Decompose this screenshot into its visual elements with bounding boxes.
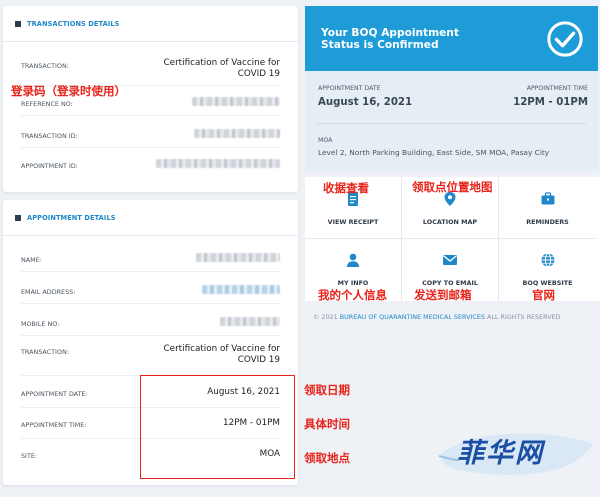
summary-date-label: APPOINTMENT DATE <box>318 85 381 92</box>
highlight-box <box>140 375 295 479</box>
action-label: COPY TO EMAIL <box>422 279 478 287</box>
summary-time-value: 12PM - 01PM <box>513 97 588 108</box>
watermark-logo: 菲华网 <box>437 420 597 480</box>
action-label: MY INFO <box>337 279 369 287</box>
annotation-date: 领取日期 <box>304 383 350 397</box>
row-label: REFERENCE NO: <box>21 100 73 108</box>
row-value: Certification of Vaccine for COVID 19 <box>163 58 280 79</box>
row-label: NAME: <box>21 256 42 264</box>
status-banner: Your BOQ Appointment Status is Confirmed <box>305 6 598 71</box>
action-label: VIEW RECEIPT <box>327 218 379 226</box>
row-label: SITE: <box>21 452 38 460</box>
annotation-email: 发送到邮箱 <box>414 288 472 302</box>
row-label: APPOINTMENT DATE: <box>21 390 88 398</box>
transaction-row: TRANSACTION: Certification of Vaccine fo… <box>21 58 280 86</box>
row-label: TRANSACTION ID: <box>21 132 78 140</box>
name-row: NAME: <box>21 250 280 272</box>
footer-link[interactable]: BUREAU OF QUARANTINE MEDICAL SERVICES <box>340 313 485 321</box>
watermark-text: 菲华网 <box>457 438 544 469</box>
appointment-details-title: APPOINTMENT DETAILS <box>27 213 116 222</box>
transactions-title: TRANSACTIONS DETAILS <box>27 19 120 28</box>
appointment-summary: APPOINTMENT DATE August 16, 2021 APPOINT… <box>305 71 598 171</box>
appointment-details-header: APPOINTMENT DETAILS <box>3 200 298 236</box>
square-bullet-icon <box>15 214 21 221</box>
mobile-row: MOBILE NO: <box>21 314 280 336</box>
row-label: APPOINTMENT TIME: <box>21 421 87 429</box>
redacted-value <box>220 317 280 326</box>
annotation-myinfo: 我的个人信息 <box>318 288 387 302</box>
annotation-map: 领取点位置地图 <box>412 180 493 194</box>
redacted-value <box>156 159 280 168</box>
annotation-time: 具体时间 <box>304 417 350 431</box>
redacted-value <box>196 253 280 262</box>
summary-site-value: Level 2, North Parking Building, East Si… <box>318 148 550 157</box>
footer-copyright: © 2021 <box>313 313 338 321</box>
transaction-id-row: TRANSACTION ID: <box>21 126 280 148</box>
row-label: MOBILE NO: <box>21 320 60 328</box>
transactions-card: TRANSACTIONS DETAILS TRANSACTION: Certif… <box>3 6 298 192</box>
globe-icon <box>541 253 554 267</box>
annotation-website: 官网 <box>532 288 555 302</box>
row-value: Certification of Vaccine for COVID 19 <box>163 344 280 365</box>
summary-date-value: August 16, 2021 <box>318 97 413 108</box>
user-icon <box>346 253 360 267</box>
envelope-icon <box>443 255 457 265</box>
annotation-site: 领取地点 <box>304 451 350 465</box>
row-label: APPOINTMENT ID: <box>21 162 78 170</box>
footer: © 2021 BUREAU OF QUARANTINE MEDICAL SERV… <box>313 313 561 321</box>
square-bullet-icon <box>15 20 21 27</box>
row-label: TRANSACTION: <box>21 62 69 70</box>
redacted-value <box>202 285 280 294</box>
row-label: EMAIL ADDRESS: <box>21 288 76 296</box>
redacted-value <box>192 97 280 106</box>
transactions-header: TRANSACTIONS DETAILS <box>3 6 298 42</box>
action-label: REMINDERS <box>526 218 569 226</box>
reminders-button[interactable]: REMINDERS <box>499 177 596 239</box>
redacted-value <box>194 129 280 138</box>
status-text: Your BOQ Appointment Status is Confirmed <box>321 27 459 52</box>
annotation-reference: 登录码（登录时使用） <box>11 84 126 98</box>
email-row: EMAIL ADDRESS: <box>21 282 280 304</box>
summary-time-label: APPOINTMENT TIME <box>526 85 588 92</box>
transaction-row: TRANSACTION: Certification of Vaccine fo… <box>21 344 280 376</box>
row-label: TRANSACTION: <box>21 348 69 356</box>
appointment-id-row: APPOINTMENT ID: <box>21 156 280 178</box>
briefcase-icon <box>541 192 554 205</box>
action-label: BOQ WEBSITE <box>522 279 573 287</box>
annotation-receipt: 收据查看 <box>323 181 369 195</box>
divider <box>317 123 586 124</box>
summary-site-label: MOA <box>318 137 333 144</box>
action-label: LOCATION MAP <box>422 218 478 226</box>
footer-rights: ALL RIGHTS RESERVED <box>486 313 561 321</box>
check-circle-icon <box>547 21 583 57</box>
